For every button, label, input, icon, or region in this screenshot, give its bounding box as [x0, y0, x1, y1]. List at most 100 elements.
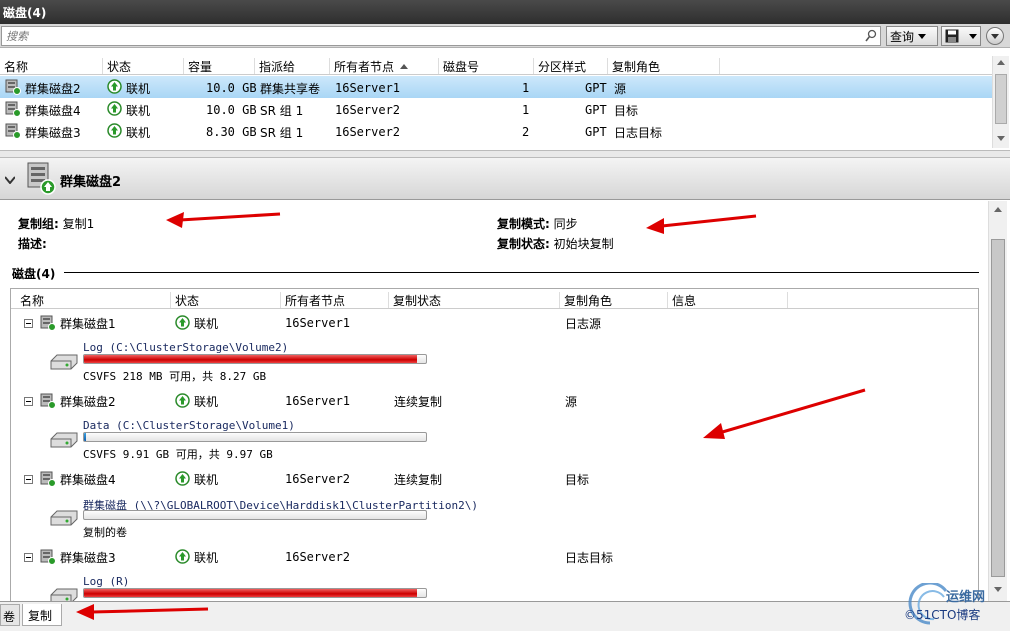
search-input[interactable]: [2, 27, 852, 45]
column-header-owner[interactable]: 所有者节点: [330, 58, 439, 74]
disk-replication-status: 连续复制: [394, 473, 443, 487]
annotation-arrow: [646, 214, 757, 234]
replication-status-label: 复制状态:: [497, 237, 550, 251]
disk-role: 源: [614, 82, 627, 96]
volume-info: CSVFS 9.91 GB 可用，共 9.97 GB: [83, 448, 273, 461]
online-status-icon: [107, 79, 122, 94]
volume-label: Log (R): [83, 575, 130, 588]
section-title-disks: 磁盘(4): [12, 267, 56, 281]
watermark-text: 运维网: [946, 590, 986, 605]
column-header-replication-status[interactable]: 复制状态: [389, 292, 560, 308]
list-item[interactable]: 群集磁盘1 联机 16Server1 日志源 Log (C:\ClusterSt…: [11, 311, 978, 389]
disk-name: 群集磁盘3: [60, 551, 116, 565]
scrollbar-thumb[interactable]: [991, 239, 1005, 577]
disk-partition: GPT: [585, 81, 607, 95]
disk-role: 源: [565, 395, 578, 409]
scroll-up-icon[interactable]: [994, 207, 1002, 212]
cluster-disk-icon: [40, 315, 56, 331]
column-header-role[interactable]: 复制角色: [560, 292, 668, 308]
volume-drive-icon: [50, 510, 78, 526]
table-row[interactable]: 群集磁盘2 联机 10.0 GB 群集共享卷 16Server1 1 GPT 源: [0, 76, 992, 98]
disk-replication-status: 连续复制: [394, 395, 443, 409]
disk-status: 联机: [126, 82, 151, 96]
cluster-disk-large-icon: [27, 162, 56, 195]
replication-status-row: 复制状态: 初始块复制: [497, 235, 614, 252]
disk-name: 群集磁盘2: [25, 82, 81, 96]
column-header-status[interactable]: 状态: [103, 58, 184, 74]
table-row[interactable]: 群集磁盘3 联机 8.30 GB SR 组 1 16Server2 2 GPT …: [0, 120, 992, 142]
annotation-arrow: [703, 388, 866, 439]
window-title: 磁盘(4): [0, 0, 1010, 24]
tab-replication[interactable]: 复制: [22, 604, 62, 626]
disk-capacity: 10.0 GB: [206, 103, 257, 117]
disk-name: 群集磁盘2: [60, 395, 116, 409]
cluster-disk-icon: [5, 79, 21, 95]
disk-table-scrollbar[interactable]: [992, 56, 1009, 148]
query-button[interactable]: 查询: [886, 26, 938, 46]
column-header-info[interactable]: 信息: [668, 292, 788, 308]
disk-owner: 16Server2: [335, 103, 401, 117]
query-button-label: 查询: [890, 29, 915, 44]
online-status-icon: [175, 471, 190, 486]
disk-name: 群集磁盘4: [60, 473, 116, 487]
search-box[interactable]: [1, 26, 881, 46]
description-row: 描述:: [18, 235, 47, 252]
disk-owner: 16Server1: [335, 81, 401, 95]
volume-usage-fill: [84, 355, 418, 363]
column-header-assigned[interactable]: 指派给: [255, 58, 330, 74]
disk-owner: 16Server1: [285, 316, 351, 330]
column-header-role[interactable]: 复制角色: [608, 58, 720, 74]
tab-volumes[interactable]: 卷: [0, 604, 20, 626]
search-icon[interactable]: [865, 29, 877, 43]
list-item[interactable]: 群集磁盘3 联机 16Server2 日志目标 Log (R): [11, 545, 978, 601]
disk-name: 群集磁盘3: [25, 126, 81, 140]
list-item[interactable]: 群集磁盘4 联机 16Server2 连续复制 目标 群集磁盘 (\\?\GLO…: [11, 467, 978, 545]
volume-drive-icon: [50, 588, 78, 601]
scroll-down-icon[interactable]: [997, 136, 1005, 141]
section-divider: [64, 272, 979, 273]
table-header: 名称 状态 所有者节点 复制状态 复制角色 信息: [11, 289, 978, 309]
disk-owner: 16Server2: [335, 125, 401, 139]
column-header-capacity[interactable]: 容量: [184, 58, 255, 74]
collapse-tree-icon[interactable]: [24, 475, 33, 484]
volume-usage-bar: [83, 354, 427, 364]
disk-name: 群集磁盘1: [60, 317, 116, 331]
disk-status: 联机: [126, 104, 151, 118]
expand-toggle-button[interactable]: [986, 27, 1004, 45]
annotation-arrow: [166, 212, 281, 228]
column-header-owner-label: 所有者节点: [334, 60, 395, 74]
collapse-tree-icon[interactable]: [24, 319, 33, 328]
replication-group-value: 复制1: [62, 217, 95, 231]
cluster-disk-icon: [40, 471, 56, 487]
column-header-status[interactable]: 状态: [171, 292, 281, 308]
disk-status: 联机: [194, 317, 219, 331]
table-row[interactable]: 群集磁盘4 联机 10.0 GB SR 组 1 16Server2 1 GPT …: [0, 98, 992, 120]
disk-role: 目标: [614, 104, 639, 118]
replication-mode-label: 复制模式:: [497, 217, 550, 231]
online-status-icon: [107, 123, 122, 138]
pane-splitter[interactable]: [0, 150, 1010, 158]
replication-mode-row: 复制模式: 同步: [497, 215, 578, 232]
replication-group-label: 复制组:: [18, 217, 59, 231]
collapse-tree-icon[interactable]: [24, 553, 33, 562]
disk-status: 联机: [126, 126, 151, 140]
collapse-chevron-icon[interactable]: [5, 176, 15, 184]
disk-owner: 16Server2: [285, 472, 351, 486]
column-header-partition[interactable]: 分区样式: [534, 58, 608, 74]
online-status-icon: [175, 549, 190, 564]
save-query-button[interactable]: [941, 26, 981, 46]
detail-scrollbar[interactable]: [988, 201, 1007, 601]
cluster-disk-icon: [5, 101, 21, 117]
scroll-up-icon[interactable]: [997, 60, 1005, 65]
column-header-disk-number[interactable]: 磁盘号: [439, 58, 534, 74]
table-header: 名称 状态 容量 指派给 所有者节点 磁盘号 分区样式 复制角色: [0, 56, 992, 75]
collapse-tree-icon[interactable]: [24, 397, 33, 406]
detail-header: 群集磁盘2: [0, 158, 1010, 200]
column-header-name[interactable]: 名称: [0, 58, 103, 74]
disk-partition: GPT: [585, 103, 607, 117]
column-header-name[interactable]: 名称: [16, 292, 171, 308]
scrollbar-thumb[interactable]: [995, 74, 1007, 124]
volume-info: CSVFS 218 MB 可用，共 8.27 GB: [83, 370, 267, 383]
column-header-owner[interactable]: 所有者节点: [281, 292, 389, 308]
replication-status-value: 初始块复制: [553, 237, 614, 251]
